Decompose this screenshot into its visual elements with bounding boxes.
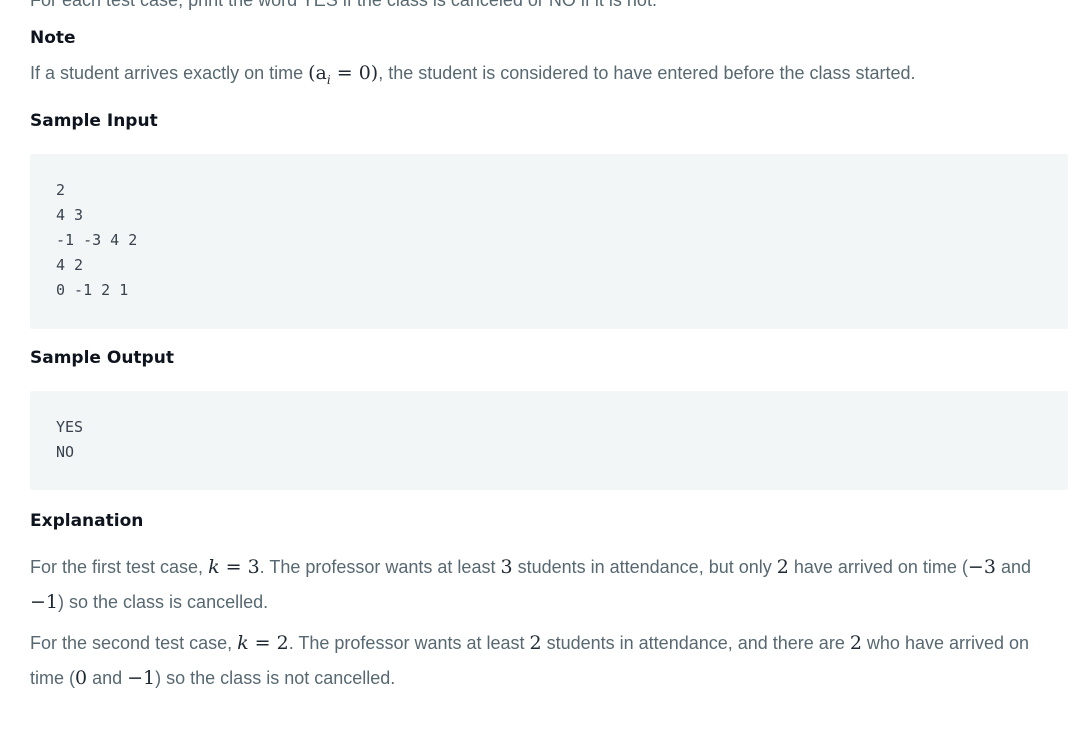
- math-expression: 2: [529, 632, 542, 654]
- code-line: 4 2: [56, 256, 84, 274]
- sample-output-block: YES NO: [30, 391, 1068, 490]
- math-expression: −1: [127, 667, 156, 689]
- math-expression: −3: [967, 556, 996, 578]
- code-line: 4 3: [56, 206, 84, 224]
- explanation-paragraph-2: For the second test case, k = 2. The pro…: [30, 632, 1030, 689]
- math-expression: −1: [30, 591, 59, 613]
- math-expression: 3: [500, 556, 513, 578]
- math-expression: 0: [75, 667, 88, 689]
- math-expression: k = 2: [237, 632, 289, 654]
- code-line: 0 -1 2 1: [56, 281, 129, 299]
- code-line: NO: [56, 443, 75, 461]
- note-text-before: If a student arrives exactly on time: [30, 63, 309, 83]
- output-format-text: For each test case, print the word YES i…: [30, 0, 657, 10]
- code-line: -1 -3 4 2: [56, 231, 138, 249]
- code-line: YES: [56, 418, 84, 436]
- math-expression: 2: [849, 632, 862, 654]
- sample-input-block: 2 4 3 -1 -3 4 2 4 2 0 -1 2 1: [30, 154, 1068, 329]
- code-line: 2: [56, 181, 66, 199]
- note-math: (ai = 0): [308, 62, 379, 87]
- sample-output-code: YES NO: [56, 415, 83, 465]
- math-expression: 2: [776, 556, 789, 578]
- sample-output-heading: Sample Output: [30, 348, 174, 368]
- note-text: If a student arrives exactly on time (ai…: [30, 56, 1060, 98]
- math-expression: k = 3: [208, 556, 260, 578]
- sample-input-code: 2 4 3 -1 -3 4 2 4 2 0 -1 2 1: [56, 178, 137, 303]
- sample-input-heading: Sample Input: [30, 111, 158, 131]
- explanation-paragraph-1: For the first test case, k = 3. The prof…: [30, 556, 1031, 613]
- note-heading: Note: [30, 28, 76, 48]
- note-text-after: , the student is considered to have ente…: [378, 63, 916, 83]
- explanation-heading: Explanation: [30, 511, 144, 531]
